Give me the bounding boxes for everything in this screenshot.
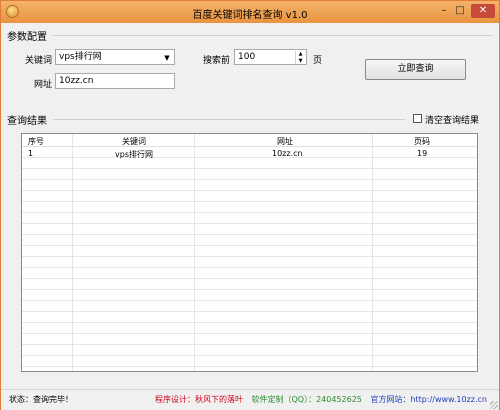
- search-pages-label: 搜索前: [203, 56, 231, 66]
- status-bar: 状态：查询完毕！ 程序设计：秋风下的落叶 软件定制（QQ）：240452625 …: [1, 389, 499, 410]
- query-button[interactable]: 立即查询: [365, 59, 466, 80]
- url-label: 网址: [34, 80, 53, 90]
- params-group-divider: [53, 35, 493, 36]
- page-unit-label: 页: [313, 56, 323, 66]
- table-header: [22, 134, 477, 147]
- close-button[interactable]: ✕: [471, 4, 495, 18]
- keyword-value: vps排行网: [59, 52, 102, 62]
- row-keyword-cell: vps排行网: [115, 150, 153, 159]
- column-header-keyword[interactable]: 关键词: [122, 136, 146, 147]
- window-title: 百度关键词排名查询 v1.0: [192, 10, 308, 21]
- spin-up-icon[interactable]: ▲: [296, 51, 305, 58]
- title-bar[interactable]: 百度关键词排名查询 v1.0 – □ ✕: [1, 1, 499, 23]
- designer-credit: 程序设计：秋风下的落叶: [154, 395, 243, 404]
- official-site-link[interactable]: 官方网站：http://www.10zz.cn: [370, 395, 487, 404]
- spin-buttons[interactable]: ▲ ▼: [295, 51, 305, 64]
- row-index-cell: 1: [28, 149, 34, 158]
- spin-down-icon[interactable]: ▼: [296, 58, 305, 64]
- column-divider: [72, 134, 73, 371]
- search-pages-stepper[interactable]: 100 ▲ ▼: [234, 49, 307, 65]
- column-divider: [194, 134, 195, 371]
- url-input[interactable]: 10zz.cn: [55, 73, 175, 89]
- column-header-page[interactable]: 页码: [414, 136, 430, 147]
- column-divider: [372, 134, 373, 371]
- app-window: 百度关键词排名查询 v1.0 – □ ✕ 参数配置 关键词 vps排行网 ▼ 网…: [0, 0, 500, 410]
- keyword-label: 关键词: [25, 56, 53, 66]
- chevron-down-icon[interactable]: ▼: [162, 52, 172, 64]
- resize-grip-icon[interactable]: [490, 401, 498, 409]
- row-url-cell: 10zz.cn: [272, 149, 303, 158]
- results-table[interactable]: 序号 关键词 网址 页码 1 vps排行网 10zz.cn 19: [21, 133, 478, 372]
- minimize-button[interactable]: –: [437, 4, 451, 18]
- results-group-title: 查询结果: [7, 116, 47, 127]
- clear-results-label[interactable]: 清空查询结果: [425, 113, 479, 126]
- search-pages-value: 100: [238, 52, 256, 62]
- status-text: 状态：查询完毕！: [9, 395, 73, 404]
- custom-contact: 软件定制（QQ）：240452625: [251, 395, 362, 404]
- column-header-url[interactable]: 网址: [277, 136, 293, 147]
- column-header-index[interactable]: 序号: [28, 136, 44, 147]
- maximize-button[interactable]: □: [453, 4, 467, 18]
- results-group-divider: [53, 119, 405, 120]
- status-info: 程序设计：秋风下的落叶 软件定制（QQ）：240452625 官方网站：http…: [155, 394, 487, 405]
- keyword-combobox[interactable]: vps排行网 ▼: [55, 49, 175, 65]
- clear-results-checkbox[interactable]: [413, 114, 422, 123]
- row-page-cell: 19: [417, 149, 428, 158]
- params-group-title: 参数配置: [7, 32, 47, 43]
